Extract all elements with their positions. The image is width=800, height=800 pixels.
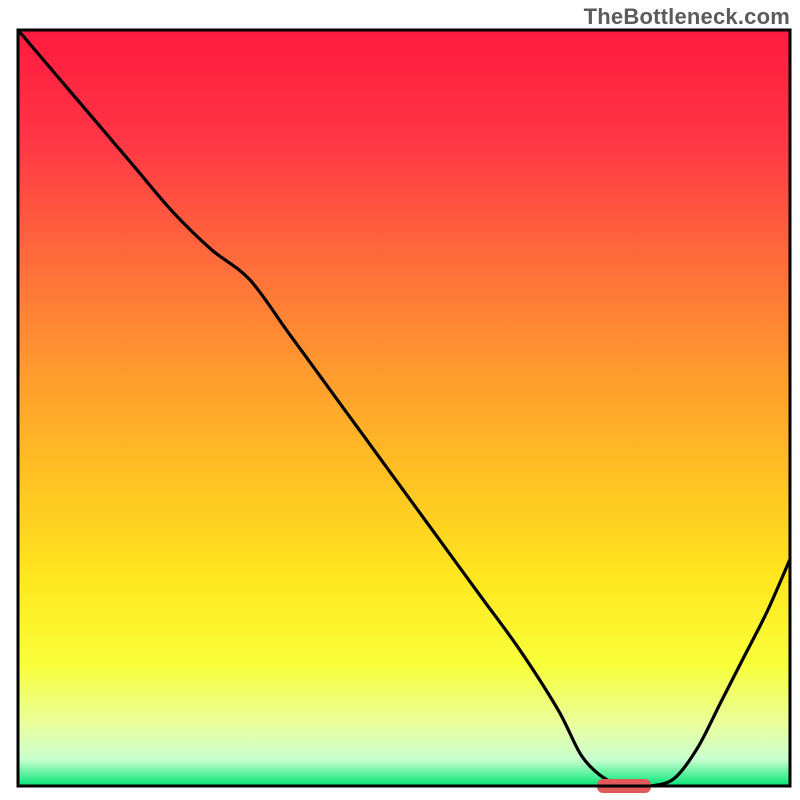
bottleneck-chart: TheBottleneck.com — [0, 0, 800, 800]
watermark-text: TheBottleneck.com — [584, 4, 790, 30]
chart-svg — [0, 0, 800, 800]
gradient-background — [18, 30, 790, 786]
